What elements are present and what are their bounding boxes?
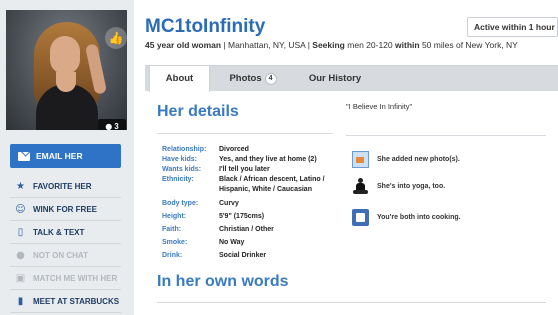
- own-words-heading: In her own words: [157, 273, 289, 290]
- detail-row: Height: 5'9" (175cms): [162, 213, 265, 220]
- photo-icon: [352, 151, 369, 168]
- detail-row: Relationship: Divorced: [162, 146, 249, 153]
- profile-tabs: About Photos 4 Our History: [145, 65, 558, 92]
- details-table: Relationship: Divorced Have kids: Yes, and…: [162, 145, 339, 261]
- yoga-icon: [352, 178, 369, 195]
- phone-icon: ▯: [17, 226, 24, 238]
- tab-our-history[interactable]: Our History: [305, 66, 365, 91]
- detail-row: Faith: Christian / Other: [162, 226, 274, 233]
- email-her-button[interactable]: EMAIL HER: [10, 144, 121, 168]
- chat-bubble-icon: ●: [16, 249, 25, 261]
- detail-row: Ethnicity: Black / African descent, Latin…: [162, 176, 325, 193]
- match-icon: ▣: [15, 272, 26, 284]
- photos-count-badge: 4: [264, 73, 277, 85]
- list-item: She added new photo(s).: [352, 151, 460, 168]
- cup-icon: ▮: [17, 295, 24, 307]
- thumbs-up-icon[interactable]: 👍: [105, 27, 127, 49]
- profile-sidebar: 👍 ● 3 EMAIL HER ★ FAVORITE HER ☺ WINK FOR…: [0, 0, 134, 315]
- tab-about[interactable]: About: [149, 66, 210, 92]
- list-item: She's into yoga, too.: [352, 178, 445, 195]
- chat-button[interactable]: ● NOT ON CHAT: [10, 244, 121, 267]
- profile-photo[interactable]: 👍 ● 3: [6, 10, 127, 130]
- photo-count-badge[interactable]: ● 3: [98, 119, 126, 130]
- star-icon: ★: [16, 180, 25, 192]
- profile-summary: 45 year old woman | Manhattan, NY, USA |…: [145, 40, 518, 50]
- tab-photos[interactable]: Photos 4: [223, 66, 283, 91]
- cooking-icon: [352, 209, 369, 226]
- detail-row: Drink: Social Drinker: [162, 252, 267, 259]
- detail-row: Smoke: No Way: [162, 239, 245, 246]
- divider: [346, 135, 546, 136]
- detail-row: Body type: Curvy: [162, 200, 239, 207]
- wink-button[interactable]: ☺ WINK FOR FREE: [10, 198, 121, 221]
- list-item: You're both into cooking.: [352, 209, 461, 226]
- detail-row: Have kids: Yes, and they live at home (2): [162, 156, 317, 163]
- envelope-icon: [18, 151, 30, 161]
- profile-actions: EMAIL HER ★ FAVORITE HER ☺ WINK FOR FREE…: [10, 144, 121, 313]
- favorite-her-button[interactable]: ★ FAVORITE HER: [10, 175, 121, 198]
- divider: [157, 133, 333, 134]
- profile-tagline: "I Believe In Infinity": [346, 102, 413, 111]
- detail-row: Wants kids: I'll tell you later: [162, 166, 270, 173]
- her-details-heading: Her details: [157, 103, 239, 120]
- active-status-badge: Active within 1 hour: [467, 17, 558, 37]
- meet-starbucks-button[interactable]: ▮ MEET AT STARBUCKS: [10, 290, 121, 313]
- smiley-icon: ☺: [15, 203, 26, 215]
- match-me-button[interactable]: ▣ MATCH ME WITH HER: [10, 267, 121, 290]
- talk-text-button[interactable]: ▯ TALK & TEXT: [10, 221, 121, 244]
- profile-username: MC1toInfinity: [145, 16, 266, 37]
- camera-icon: ●: [105, 122, 113, 130]
- divider: [157, 302, 546, 303]
